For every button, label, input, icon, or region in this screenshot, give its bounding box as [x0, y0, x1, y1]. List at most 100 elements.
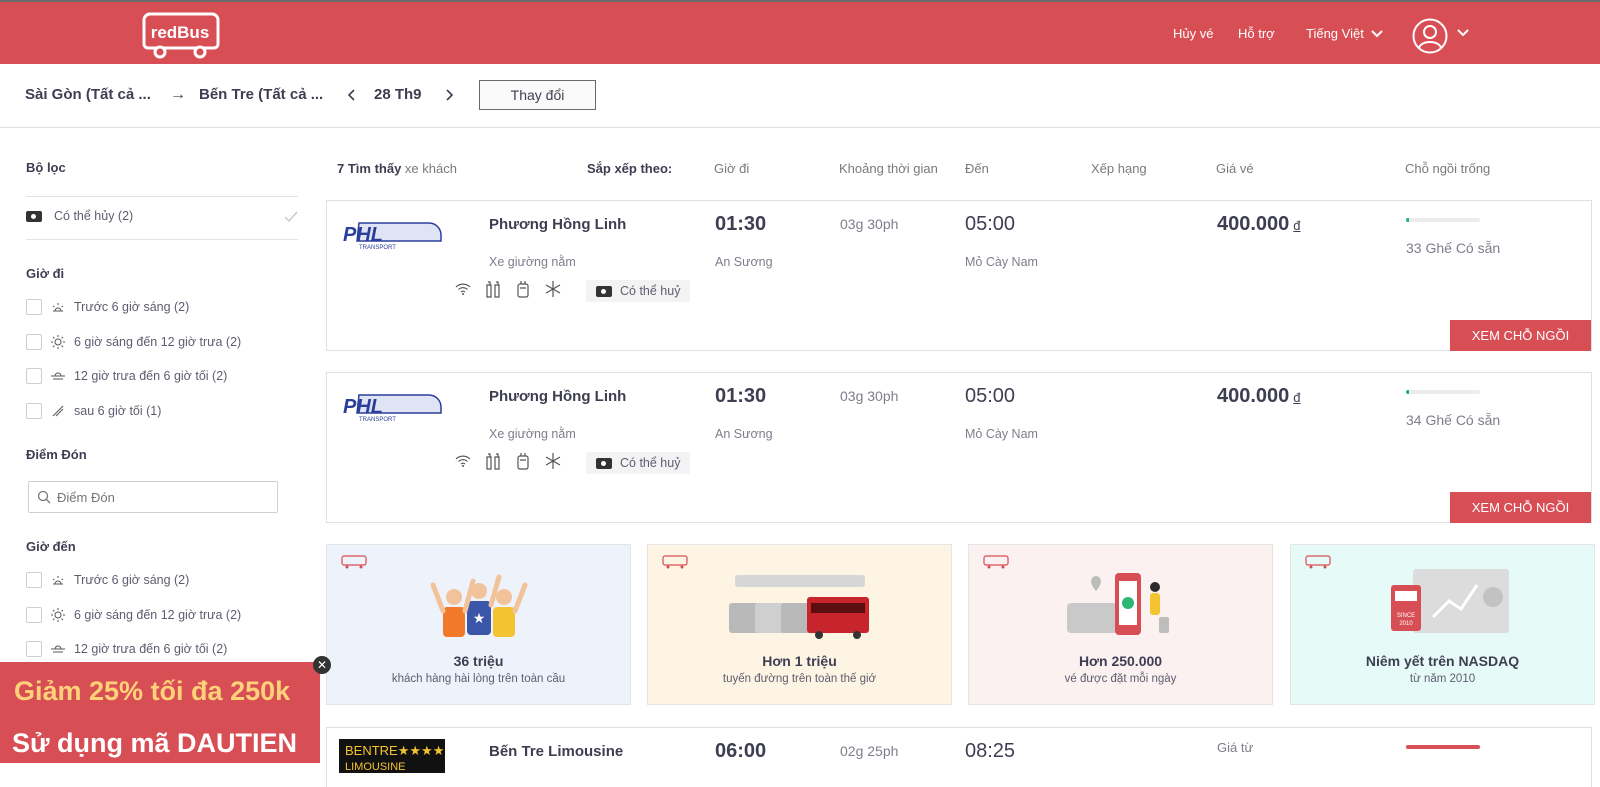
- arrival-time: 05:00: [965, 385, 1016, 407]
- origin-city[interactable]: Sài Gòn (Tất cả ...: [25, 86, 151, 103]
- departure-place: An Sương: [715, 427, 773, 441]
- cancel-ticket-link[interactable]: Hủy vé: [1173, 26, 1213, 41]
- divider: [26, 196, 298, 197]
- promo-card: Hơn 250.000 vé được đặt mỗi ngày: [968, 544, 1273, 705]
- sort-departure[interactable]: Giờ đi: [714, 161, 749, 176]
- arrival-option-label: 6 giờ sáng đến 12 giờ trưa (2): [74, 608, 242, 622]
- pickup-search-input[interactable]: [57, 489, 257, 505]
- svg-text:TRANSPORT: TRANSPORT: [359, 245, 396, 251]
- departure-time: 06:00: [715, 740, 767, 762]
- checkbox[interactable]: [26, 641, 42, 657]
- promo-card: Hơn 1 triệu tuyến đường trên toàn thế gi…: [647, 544, 952, 705]
- sunset-icon: [51, 372, 65, 380]
- ac-snowflake-icon: [545, 453, 561, 469]
- checkbox[interactable]: [26, 403, 42, 419]
- trip-duration: 02g 25ph: [840, 743, 899, 759]
- language-selector[interactable]: Tiếng Việt: [1306, 26, 1384, 41]
- sort-price[interactable]: Giá vé: [1216, 161, 1254, 176]
- seat-availability-fill: [1406, 390, 1409, 394]
- operator-logo: PHL TRANSPORT: [343, 394, 442, 423]
- arrival-option[interactable]: 6 giờ sáng đến 12 giờ trưa (2): [26, 607, 241, 623]
- sunrise-icon: [52, 303, 64, 312]
- promo-subtitle: vé được đặt mỗi ngày: [1064, 673, 1177, 685]
- departure-option-label: 12 giờ trưa đến 6 giờ tối (2): [74, 369, 228, 383]
- prev-date-icon[interactable]: [345, 88, 359, 102]
- departure-option[interactable]: 6 giờ sáng đến 12 giờ trưa (2): [26, 334, 241, 350]
- destination-city[interactable]: Bến Tre (Tất cả ...: [199, 86, 323, 103]
- user-avatar-icon[interactable]: [1412, 18, 1448, 54]
- charger-icon: [517, 453, 529, 470]
- cancellable-tag-label: Có thể huỷ: [620, 284, 681, 298]
- night-icon: [52, 405, 64, 417]
- ac-snowflake-icon: [545, 281, 561, 297]
- arrival-option[interactable]: Trước 6 giờ sáng (2): [26, 572, 189, 588]
- discount-popup[interactable]: Giảm 25% tối đa 250k Sử dụng mã DAUTIEN: [0, 662, 320, 763]
- departure-option[interactable]: 12 giờ trưa đến 6 giờ tối (2): [26, 368, 227, 384]
- arrival-time: 05:00: [965, 213, 1016, 235]
- checkbox[interactable]: [26, 334, 42, 350]
- svg-text:redBus: redBus: [151, 23, 210, 42]
- departure-option[interactable]: Trước 6 giờ sáng (2): [26, 299, 189, 315]
- redbus-logo[interactable]: redBus: [140, 10, 220, 60]
- ticket-cancel-icon: [26, 210, 42, 222]
- results-count: 7 Tìm thấy xe khách: [337, 161, 457, 176]
- bus-fleet-illustration: [648, 567, 951, 651]
- operator-name: Phương Hồng Linh: [489, 388, 627, 405]
- view-seats-button[interactable]: XEM CHỖ NGỒI: [1450, 492, 1591, 523]
- operator-name: Phương Hồng Linh: [489, 216, 627, 233]
- departure-option[interactable]: sau 6 giờ tối (1): [26, 403, 161, 419]
- ticket-price: 400.000 đ: [1217, 385, 1301, 408]
- amenities: [453, 279, 563, 299]
- wifi-icon: [455, 455, 471, 467]
- departure-place: An Sương: [715, 255, 773, 269]
- sort-duration[interactable]: Khoảng thời gian: [839, 161, 938, 176]
- next-date-icon[interactable]: [442, 88, 456, 102]
- operator-name: Bến Tre Limousine: [489, 743, 624, 760]
- svg-text:BENTRE★★★★: BENTRE★★★★: [345, 743, 444, 758]
- sort-rating[interactable]: Xếp hạng: [1091, 161, 1147, 176]
- promo-title: Hơn 250.000: [1078, 653, 1163, 669]
- sort-arrival[interactable]: Đến: [965, 161, 989, 176]
- departure-option-label: 6 giờ sáng đến 12 giờ trưa (2): [74, 335, 242, 349]
- operator-logo: PHL TRANSPORT: [343, 222, 442, 251]
- promo-subtitle: tuyến đường trên toàn thế giớ: [722, 673, 877, 685]
- pickup-search-box[interactable]: [28, 481, 278, 513]
- account-chevron-icon[interactable]: [1456, 28, 1470, 38]
- promo-subtitle: từ năm 2010: [1409, 673, 1476, 685]
- seats-available: 34 Ghế Có sẵn: [1406, 412, 1501, 428]
- checkbox[interactable]: [26, 368, 42, 384]
- mobile-booking-illustration: [969, 567, 1272, 651]
- check-icon: [284, 211, 298, 223]
- promo-card: ★ 36 triệu khách hàng hài lòng trên toàn…: [326, 544, 631, 705]
- arrival-filter-title: Giờ đến: [26, 539, 76, 554]
- seat-availability-fill: [1406, 218, 1409, 222]
- sort-label: Sắp xếp theo:: [587, 161, 673, 176]
- support-link[interactable]: Hỗ trợ: [1238, 26, 1275, 41]
- cancellable-tag: Có thể huỷ: [586, 452, 691, 474]
- checkbox[interactable]: [26, 572, 42, 588]
- checkbox[interactable]: [26, 299, 42, 315]
- price-value: 400.000: [1217, 385, 1290, 407]
- search-icon: [37, 490, 51, 504]
- sort-seats[interactable]: Chỗ ngồi trống: [1405, 161, 1490, 176]
- bus-card[interactable]: PHL TRANSPORT Phương Hồng Linh Xe giường…: [326, 200, 1592, 351]
- bus-card[interactable]: PHL TRANSPORT Phương Hồng Linh Xe giường…: [326, 372, 1592, 523]
- svg-text:PHL: PHL: [343, 396, 383, 418]
- checkbox[interactable]: [26, 607, 42, 623]
- filter-cancellable[interactable]: Có thể hủy (2): [26, 209, 133, 223]
- view-seats-button[interactable]: XEM CHỖ NGỒI: [1450, 320, 1591, 351]
- change-search-button[interactable]: Thay đổi: [479, 80, 596, 110]
- arrival-option[interactable]: 12 giờ trưa đến 6 giờ tối (2): [26, 641, 227, 657]
- divider: [26, 239, 298, 240]
- promo-card: SINCE 2010 Niêm yết trên NASDAQ từ năm 2…: [1290, 544, 1595, 705]
- promo-title: Hơn 1 triệu: [762, 653, 837, 669]
- bus-card[interactable]: BENTRE★★★★ LIMOUSINE Bến Tre Limousine 0…: [326, 727, 1592, 787]
- ticket-cancel-icon: [596, 285, 612, 297]
- amenities: [453, 451, 563, 471]
- svg-text:SINCE: SINCE: [1396, 613, 1414, 619]
- cancellable-tag-label: Có thể huỷ: [620, 456, 681, 470]
- travel-date[interactable]: 28 Th9: [374, 86, 422, 103]
- discount-code-text: Sử dụng mã DAUTIEN: [12, 728, 298, 758]
- top-navbar: redBus Hủy vé Hỗ trợ Tiếng Việt: [0, 0, 1600, 64]
- close-icon[interactable]: ✕: [313, 656, 331, 674]
